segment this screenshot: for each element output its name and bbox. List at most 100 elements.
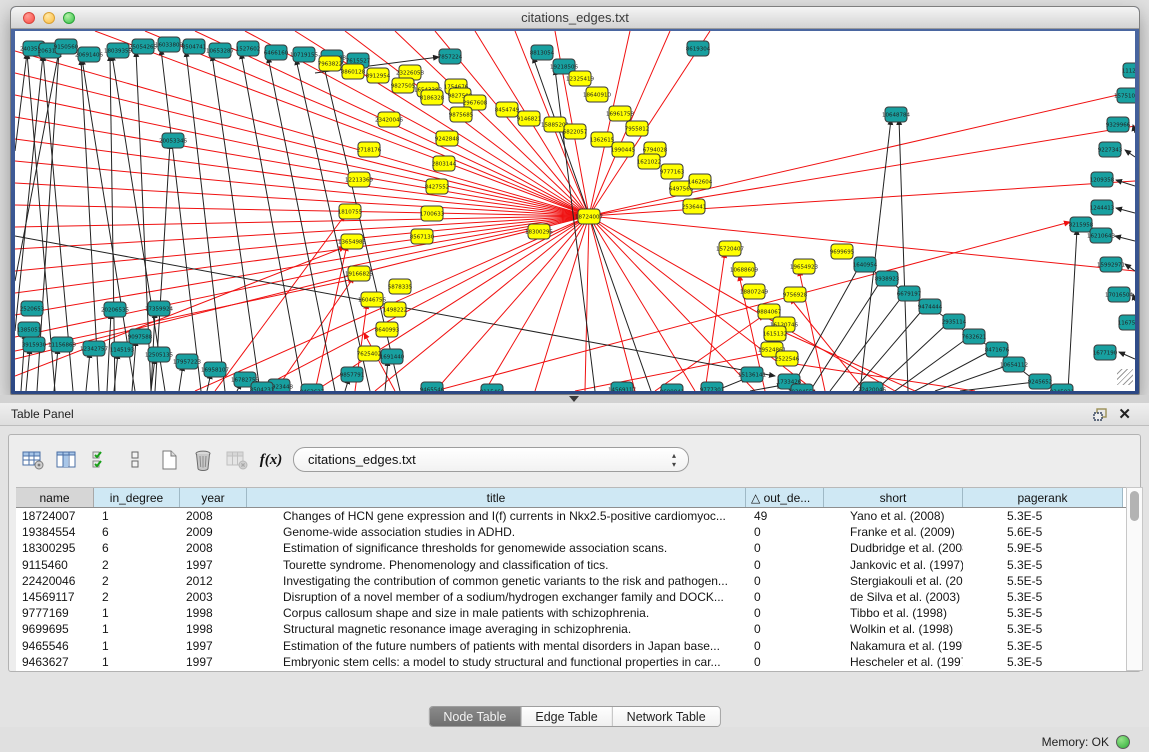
graph-node[interactable] [107,43,129,58]
graph-edge[interactable] [26,348,30,391]
graph-edge[interactable] [875,322,949,391]
graph-node[interactable] [861,382,883,391]
table-cell[interactable]: de Silva et al. (2003) [824,589,963,605]
table-row[interactable]: 977716911998Corpus callosum shape and si… [16,605,1126,621]
graph-node[interactable] [689,174,711,189]
graph-node[interactable] [204,362,226,377]
graph-node[interactable] [339,204,361,219]
table-cell[interactable]: Franke et al. (2009) [824,524,963,540]
graph-edge[interactable] [1119,352,1135,359]
graph-node[interactable] [376,322,398,337]
graph-node[interactable] [1099,142,1121,157]
table-row[interactable]: 1830029562008Estimation of significance … [16,540,1126,556]
graph-node[interactable] [1051,384,1073,391]
table-cell[interactable]: 9463627 [16,654,94,670]
graph-node[interactable] [1094,345,1116,360]
graph-edge[interactable] [860,119,891,391]
graph-node[interactable] [1003,357,1025,372]
graph-node[interactable] [104,302,126,317]
table-cell[interactable]: 5.9E-5 [963,540,1123,556]
table-cell[interactable]: Tourette syndrome. Phenomenology and cla… [247,557,746,573]
graph-node[interactable] [319,56,341,71]
table-cell[interactable]: Stergiakouli et al. (2012) [824,573,963,589]
table-cell[interactable]: Genome-wide association studies in ADHD. [247,524,746,540]
graph-node[interactable] [481,384,503,391]
graph-node[interactable] [237,41,259,56]
table-cell[interactable]: 5.3E-5 [963,605,1123,621]
graph-edge[interactable] [1068,229,1077,391]
graph-node[interactable] [162,133,184,148]
graph-node[interactable] [411,229,433,244]
graph-node[interactable] [1091,200,1113,215]
splitter-collapse-arrow-icon[interactable] [569,396,579,402]
table-cell[interactable]: 49 [746,508,824,524]
table-cell[interactable]: 9465546 [16,638,94,654]
column-header-out_de[interactable]: △ out_de... [746,488,824,507]
table-cell[interactable]: 5.3E-5 [963,621,1123,637]
graph-node[interactable] [1029,374,1051,389]
graph-node[interactable] [251,382,273,391]
graph-node[interactable] [132,39,154,54]
graph-node[interactable] [358,346,380,361]
graph-node[interactable] [1117,88,1135,103]
table-cell[interactable]: 0 [746,605,824,621]
graph-node[interactable] [436,131,458,146]
graph-edge[interactable] [485,216,589,391]
function-builder-icon[interactable]: f(x) [255,446,287,474]
table-cell[interactable]: 22420046 [16,573,94,589]
table-cell[interactable]: 0 [746,589,824,605]
table-cell[interactable]: 0 [746,557,824,573]
canvas-resize-grip[interactable] [1117,369,1133,385]
graph-node[interactable] [683,199,705,214]
table-row[interactable]: 1938455462009Genome-wide association stu… [16,524,1126,540]
graph-node[interactable] [384,302,406,317]
graph-node[interactable] [609,106,631,121]
graph-node[interactable] [1108,287,1130,302]
table-cell[interactable]: Investigating the contribution of common… [247,573,746,589]
graph-edge[interactable] [790,298,865,391]
table-cell[interactable]: 1 [94,605,180,621]
table-cell[interactable]: 2 [94,589,180,605]
column-header-name[interactable]: name [16,488,94,507]
table-cell[interactable]: 0 [746,621,824,637]
graph-edge[interactable] [535,216,589,391]
tab-edge-table[interactable]: Edge Table [521,707,612,726]
graph-node[interactable] [793,259,815,274]
graph-node[interactable] [1091,172,1113,187]
graph-node[interactable] [158,37,180,52]
table-cell[interactable]: 1 [94,621,180,637]
graph-node[interactable] [301,384,323,391]
graph-node[interactable] [531,45,553,60]
graph-node[interactable] [518,111,540,126]
column-header-year[interactable]: year [180,488,247,507]
table-cell[interactable]: 2003 [180,589,247,605]
graph-node[interactable] [919,299,941,314]
close-panel-icon[interactable]: ✕ [1118,405,1131,423]
table-cell[interactable]: 9115460 [16,557,94,573]
graph-node[interactable] [876,271,898,286]
show-columns-icon[interactable] [51,446,83,474]
graph-edge[interactable] [15,53,27,151]
graph-node[interactable] [1090,228,1112,243]
graph-node[interactable] [148,347,170,362]
table-cell[interactable]: 1997 [180,654,247,670]
table-cell[interactable]: 1997 [180,638,247,654]
graph-edge[interactable] [15,216,589,315]
graph-node[interactable] [719,241,741,256]
table-cell[interactable]: 2 [94,557,180,573]
graph-node[interactable] [176,354,198,369]
table-row[interactable]: 2242004622012Investigating the contribut… [16,573,1126,589]
table-cell[interactable]: 5.3E-5 [963,508,1123,524]
graph-edge[interactable] [589,91,1135,216]
tab-network-table[interactable]: Network Table [613,707,720,726]
tab-node-table[interactable]: Node Table [429,707,521,726]
table-cell[interactable]: 0 [746,638,824,654]
graph-node[interactable] [528,224,550,239]
table-cell[interactable]: Estimation of significance thresholds fo… [247,540,746,556]
table-cell[interactable]: 9777169 [16,605,94,621]
table-cell[interactable]: 1998 [180,605,247,621]
table-row[interactable]: 946554611997Estimation of the future num… [16,638,1126,654]
graph-edge[interactable] [385,360,388,391]
graph-edge[interactable] [435,222,1070,391]
table-cell[interactable]: Yano et al. (2008) [824,508,963,524]
